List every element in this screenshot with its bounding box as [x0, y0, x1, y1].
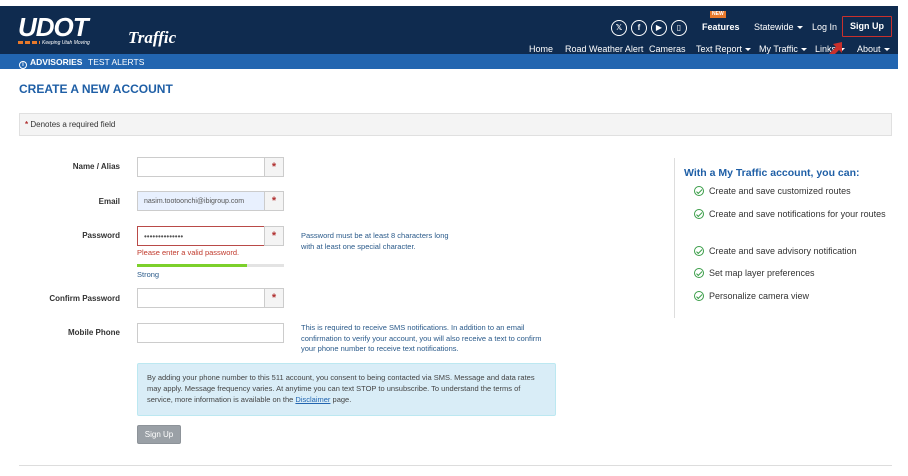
- required-note-text: Denotes a required field: [30, 120, 116, 129]
- nav-my-traffic-label: My Traffic: [759, 44, 798, 54]
- page-title: CREATE A NEW ACCOUNT: [19, 82, 173, 96]
- footer-divider: [19, 465, 892, 466]
- required-note: * Denotes a required field: [25, 120, 115, 129]
- nav-about[interactable]: About: [857, 44, 890, 54]
- password-error: Please enter a valid password.: [137, 248, 240, 257]
- advisories-link[interactable]: i ADVISORIES: [19, 57, 82, 69]
- password-input[interactable]: ••••••••••••••: [137, 226, 265, 246]
- sms-consent-notice: By adding your phone number to this 511 …: [137, 363, 556, 416]
- email-input[interactable]: nasim.tootoonchi@ibigroup.com: [137, 191, 265, 211]
- email-label: Email: [98, 197, 120, 206]
- required-note-box: * Denotes a required field: [19, 113, 892, 136]
- confirm-password-input[interactable]: [137, 288, 265, 308]
- features-new-badge: NEW: [710, 11, 726, 18]
- required-marker: *: [25, 120, 29, 129]
- mobile-phone-label: Mobile Phone: [68, 328, 120, 337]
- advisory-bar: i ADVISORIES TEST ALERTS: [0, 54, 898, 69]
- disclaimer-link[interactable]: Disclaimer: [295, 395, 330, 404]
- confirm-password-label: Confirm Password: [49, 294, 120, 303]
- name-label: Name / Alias: [72, 162, 120, 171]
- region-dropdown[interactable]: Statewide: [754, 22, 803, 32]
- password-strength-meter: [137, 264, 284, 267]
- nav-road-weather-alert[interactable]: Road Weather Alert: [565, 44, 643, 54]
- advisories-label: ADVISORIES: [30, 57, 83, 67]
- password-hint: Password must be at least 8 characters l…: [301, 231, 449, 251]
- logo-product-name: Traffic: [128, 28, 177, 47]
- nav-home[interactable]: Home: [529, 44, 553, 54]
- check-circle-icon: [694, 246, 704, 256]
- chevron-down-icon: [745, 48, 752, 52]
- info-icon: i: [19, 61, 27, 69]
- udot-logo[interactable]: UDOT Keeping Utah Moving: [18, 12, 128, 46]
- header-signup-button[interactable]: Sign Up: [842, 16, 892, 37]
- logo-stripes: [18, 41, 40, 44]
- benefit-item: Create and save customized routes: [709, 186, 851, 196]
- logo-wordmark: UDOT: [18, 12, 89, 42]
- site-header: UDOT Keeping Utah Moving Traffic 𝕏 f ▶ ▯…: [0, 6, 898, 54]
- signup-submit-button[interactable]: Sign Up: [137, 425, 181, 444]
- logo-tagline: Keeping Utah Moving: [42, 40, 90, 46]
- features-link[interactable]: Features: [702, 22, 740, 32]
- nav-cameras[interactable]: Cameras: [649, 44, 686, 54]
- email-required-marker: *: [264, 191, 284, 211]
- password-strength-label: Strong: [137, 270, 160, 279]
- mobile-phone-hint: This is required to receive SMS notifica…: [301, 323, 542, 353]
- nav-my-traffic[interactable]: My Traffic: [759, 44, 807, 54]
- nav-text-report-label: Text Report: [696, 44, 743, 54]
- consent-suffix: page.: [332, 395, 352, 404]
- chevron-down-icon: [796, 26, 803, 30]
- chevron-down-icon: [883, 48, 890, 52]
- name-input[interactable]: [137, 157, 265, 177]
- check-circle-icon: [694, 186, 704, 196]
- login-link[interactable]: Log In: [812, 22, 837, 32]
- benefit-item: Create and save advisory notification: [709, 246, 857, 256]
- chevron-down-icon: [800, 48, 807, 52]
- name-required-marker: *: [264, 157, 284, 177]
- benefit-item: Personalize camera view: [709, 291, 810, 301]
- password-label: Password: [82, 231, 120, 240]
- nav-about-label: About: [857, 44, 881, 54]
- youtube-icon[interactable]: ▶: [651, 20, 667, 36]
- check-circle-icon: [694, 209, 704, 219]
- test-alerts-link[interactable]: TEST ALERTS: [88, 57, 144, 67]
- mobile-phone-input[interactable]: [137, 323, 284, 343]
- benefit-item: Create and save notifications for your r…: [709, 209, 886, 219]
- region-label: Statewide: [754, 22, 794, 32]
- password-required-marker: *: [264, 226, 284, 246]
- nav-text-report[interactable]: Text Report: [696, 44, 752, 54]
- benefits-title: With a My Traffic account, you can:: [684, 167, 860, 179]
- benefits-panel: With a My Traffic account, you can: Crea…: [674, 158, 892, 318]
- password-strength-fill: [137, 264, 248, 267]
- facebook-icon[interactable]: f: [631, 20, 647, 36]
- check-circle-icon: [694, 268, 704, 278]
- confirm-password-required-marker: *: [264, 288, 284, 308]
- mobile-app-icon[interactable]: ▯: [671, 20, 687, 36]
- check-circle-icon: [694, 291, 704, 301]
- x-icon[interactable]: 𝕏: [611, 20, 627, 36]
- benefit-item: Set map layer preferences: [709, 268, 815, 278]
